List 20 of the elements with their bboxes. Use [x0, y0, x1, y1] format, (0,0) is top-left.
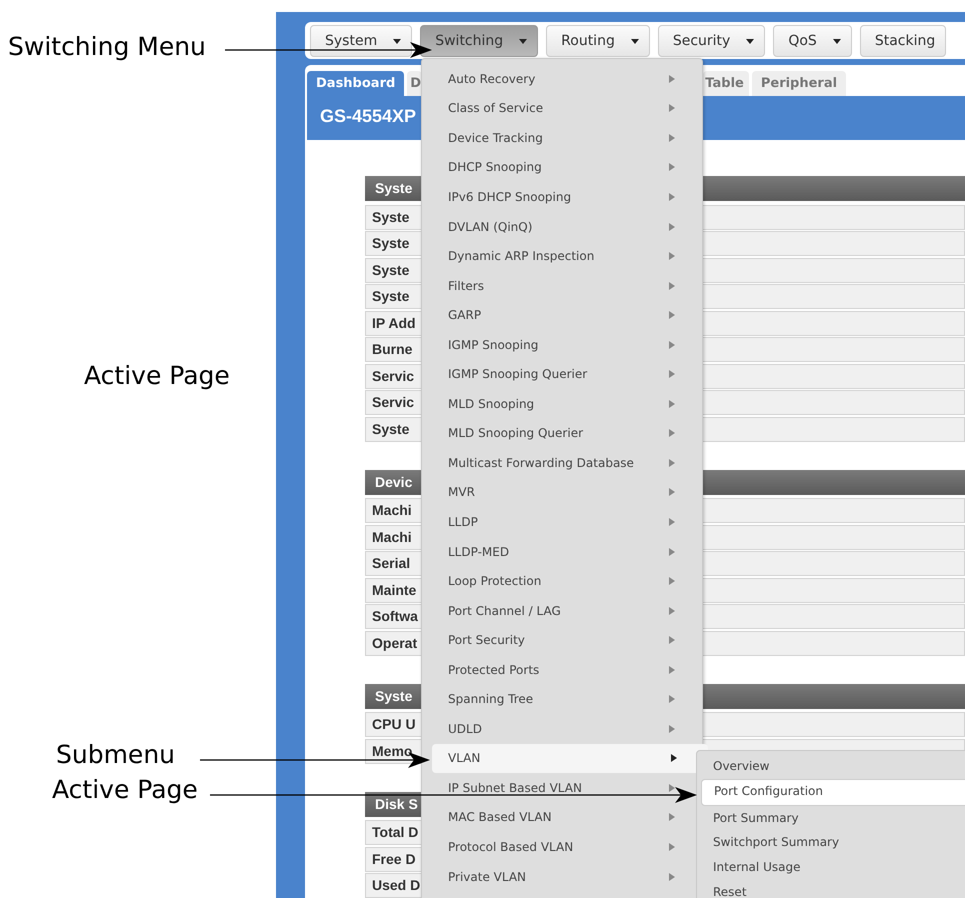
callout-label: Submenu: [56, 740, 176, 770]
tab[interactable]: Dashboard: [307, 71, 404, 96]
menu-item[interactable]: Auto Recovery: [432, 64, 694, 94]
tab[interactable]: Peripheral: [752, 71, 846, 96]
callout-label: Active Page: [52, 775, 198, 805]
menu-item[interactable]: Class of Service: [432, 94, 694, 124]
tab[interactable]: Table: [703, 71, 749, 96]
nav-menu-button[interactable]: QoS: [773, 24, 852, 56]
menu-item[interactable]: Protected Ports: [432, 654, 694, 684]
submenu-item[interactable]: Port Configuration: [701, 778, 965, 806]
nav-menu-button[interactable]: System: [310, 24, 412, 56]
submenu-item[interactable]: Reset: [701, 880, 965, 898]
menu-item[interactable]: VLAN: [432, 744, 708, 774]
callout-label: Switching Menu: [8, 32, 206, 62]
nav-menu-button[interactable]: Security: [658, 24, 766, 56]
nav-menu-button[interactable]: Switching: [420, 24, 538, 56]
callout-label: Active Page: [84, 361, 230, 391]
nav-menu-button[interactable]: Routing: [546, 24, 650, 56]
nav-menu-button[interactable]: Stacking: [860, 24, 946, 56]
tab[interactable]: D: [407, 71, 422, 96]
